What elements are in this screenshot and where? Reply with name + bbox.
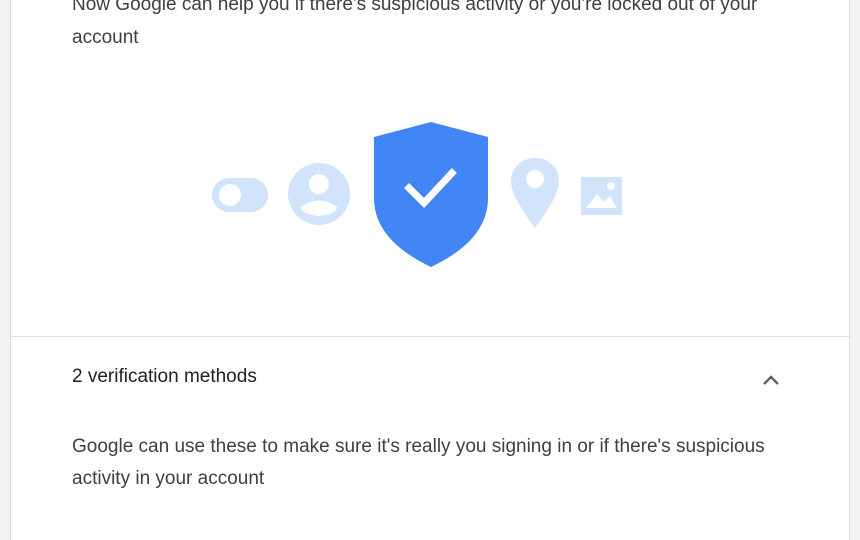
section-divider — [11, 336, 851, 337]
photo-icon — [581, 177, 622, 215]
toggle-icon — [212, 178, 268, 212]
verification-methods-header[interactable]: 2 verification methods — [11, 340, 851, 416]
verification-methods-description: Google can use these to make sure it's r… — [72, 436, 765, 489]
chevron-up-icon[interactable] — [759, 368, 783, 392]
security-card: Now Google can help you if there's suspi… — [10, 0, 851, 540]
location-pin-icon — [511, 158, 559, 228]
shield-check-icon — [374, 122, 488, 267]
account-icon — [288, 163, 350, 225]
verification-methods-title: 2 verification methods — [72, 366, 257, 387]
intro-description: Now Google can help you if there's suspi… — [72, 0, 758, 48]
security-illustration — [11, 110, 851, 280]
